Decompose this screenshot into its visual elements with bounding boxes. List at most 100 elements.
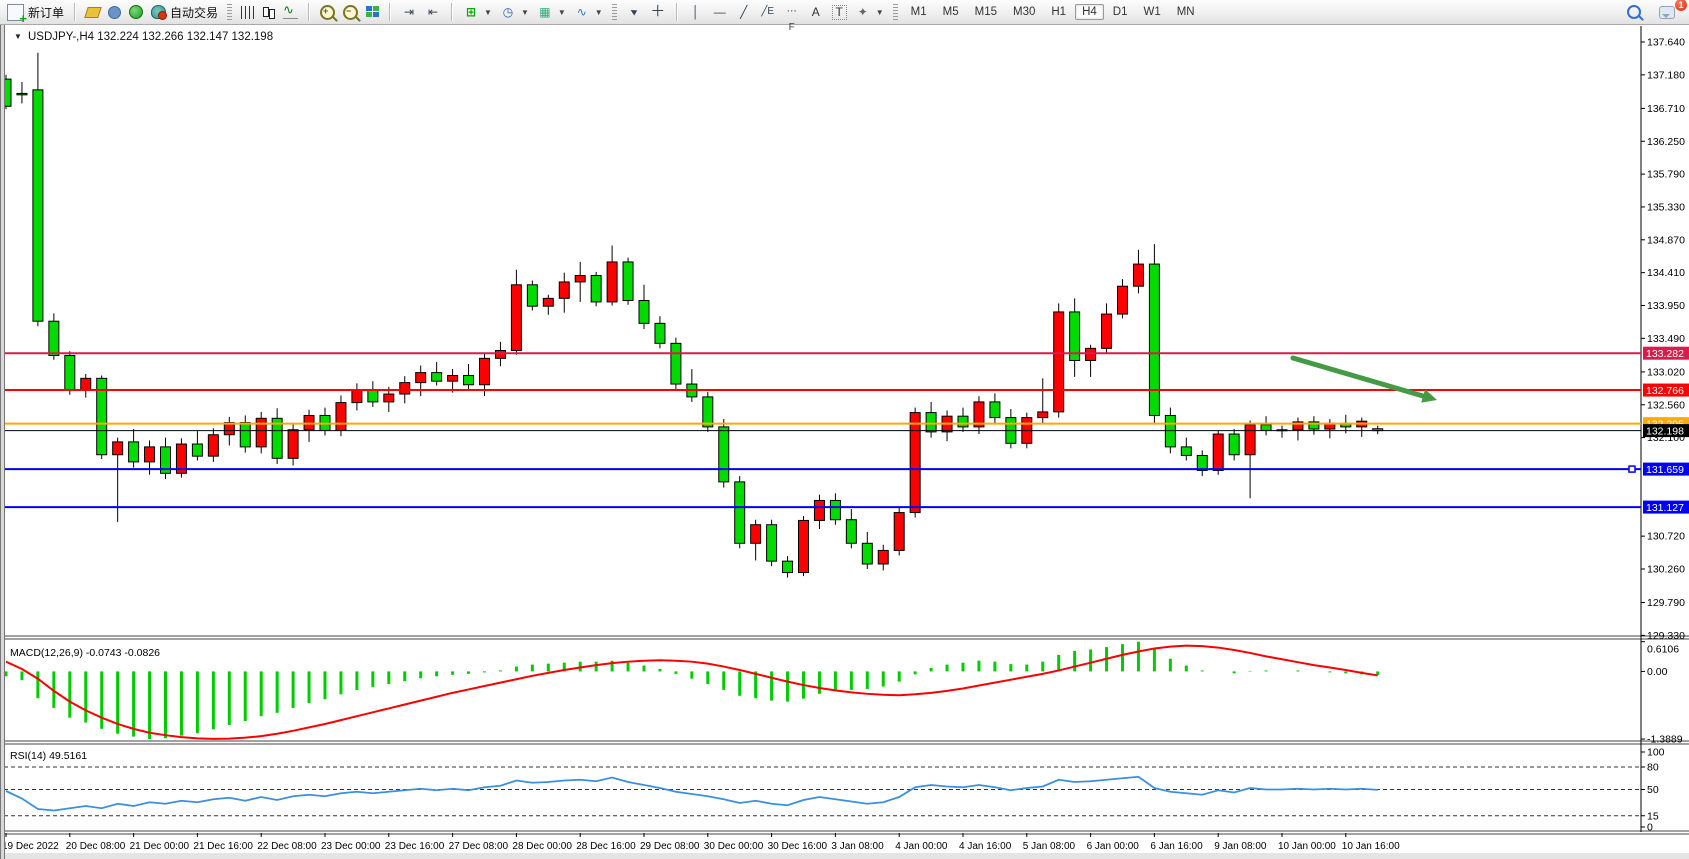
candle bbox=[591, 276, 601, 302]
time-axis-label: 6 Jan 16:00 bbox=[1150, 841, 1203, 852]
main-toolbar: 新订单 自动交易 + − ⇥ ⇤ ⊞▼ ◷▼ ▦▼ ∿▼ ▲ bbox=[0, 0, 1689, 25]
candle bbox=[1054, 312, 1064, 412]
candle bbox=[527, 285, 537, 306]
shapes-tool-button[interactable]: ✦▼ bbox=[851, 3, 888, 21]
candle bbox=[1261, 425, 1271, 431]
candle-chart-mode-button[interactable] bbox=[258, 4, 279, 20]
timeframe-m15[interactable]: M15 bbox=[968, 4, 1004, 20]
profile-icon bbox=[108, 6, 121, 19]
window-splitter[interactable] bbox=[0, 25, 5, 859]
new-chart-button[interactable]: ⊞▼ bbox=[459, 3, 496, 21]
bar-chart-icon bbox=[241, 6, 254, 19]
candle bbox=[958, 416, 968, 427]
toolbar-grip[interactable] bbox=[227, 4, 232, 20]
crosshair-icon: ＋ bbox=[650, 4, 666, 20]
clock-icon: ◷ bbox=[500, 4, 516, 20]
new-order-button[interactable]: 新订单 bbox=[3, 3, 68, 22]
notification-badge: 1 bbox=[1675, 0, 1687, 11]
vertical-line-icon: │ bbox=[688, 4, 704, 20]
candle bbox=[735, 482, 745, 543]
timeframe-m5[interactable]: M5 bbox=[936, 4, 966, 20]
line-handle bbox=[1629, 466, 1635, 472]
candle bbox=[543, 298, 553, 306]
candle bbox=[288, 430, 298, 459]
styles-icon bbox=[84, 7, 102, 18]
vertical-line-tool-button[interactable]: │ bbox=[684, 3, 708, 21]
candle bbox=[639, 300, 649, 323]
timeframe-m1[interactable]: M1 bbox=[904, 4, 934, 20]
timeframe-mn[interactable]: MN bbox=[1170, 4, 1202, 20]
zoom-in-button[interactable]: + bbox=[316, 4, 339, 21]
candle bbox=[129, 442, 139, 462]
candle bbox=[49, 321, 59, 355]
candle bbox=[799, 520, 809, 572]
svg-text:131.127: 131.127 bbox=[1646, 502, 1684, 514]
timeframe-h1[interactable]: H1 bbox=[1044, 4, 1073, 20]
bar-chart-mode-button[interactable] bbox=[237, 5, 258, 20]
timeframe-w1[interactable]: W1 bbox=[1136, 4, 1167, 20]
toolbar-separator bbox=[676, 3, 678, 21]
time-axis-label: 20 Dec 08:00 bbox=[66, 841, 126, 852]
template-icon: ▦ bbox=[537, 4, 553, 20]
horizontal-line-icon: — bbox=[712, 4, 728, 20]
search-icon bbox=[1627, 5, 1641, 19]
rsi-axis-label: 80 bbox=[1647, 762, 1659, 774]
toolbar-grip[interactable] bbox=[612, 4, 617, 20]
candle bbox=[1133, 264, 1143, 286]
timeframe-h4[interactable]: H4 bbox=[1075, 4, 1104, 20]
label-tool-button[interactable]: T bbox=[828, 4, 851, 21]
macd-axis-label: -1.3889 bbox=[1647, 734, 1683, 746]
autotrade-button[interactable]: 自动交易 bbox=[147, 3, 222, 22]
line-chart-mode-button[interactable] bbox=[279, 5, 302, 20]
text-tool-button[interactable]: A bbox=[804, 3, 828, 21]
channel-tool-button[interactable]: ╱E bbox=[756, 3, 780, 21]
candle bbox=[623, 262, 633, 301]
dropdown-caret-icon: ▼ bbox=[595, 8, 603, 17]
periods-button[interactable]: ◷▼ bbox=[496, 3, 533, 21]
timeframe-m30[interactable]: M30 bbox=[1006, 4, 1042, 20]
time-axis-label: 5 Jan 08:00 bbox=[1023, 841, 1076, 852]
time-axis-label: 19 Dec 2022 bbox=[2, 841, 59, 852]
candle bbox=[862, 543, 872, 564]
time-axis-label: 6 Jan 00:00 bbox=[1087, 841, 1140, 852]
dropdown-caret-icon: ▼ bbox=[521, 8, 529, 17]
candle bbox=[719, 427, 729, 482]
styles-button[interactable] bbox=[82, 6, 104, 19]
autotrade-icon bbox=[151, 5, 166, 19]
signals-button[interactable] bbox=[125, 4, 147, 20]
time-axis-label: 30 Dec 16:00 bbox=[768, 841, 828, 852]
price-tick-label: 137.640 bbox=[1647, 37, 1685, 49]
trendline-tool-button[interactable]: ╱ bbox=[732, 3, 756, 21]
cursor-icon: ▲ bbox=[623, 1, 645, 23]
search-button[interactable] bbox=[1623, 4, 1645, 20]
price-chart-svg[interactable]: 137.640137.180136.710136.250135.790135.3… bbox=[0, 0, 1689, 859]
time-axis-label: 9 Jan 08:00 bbox=[1214, 841, 1267, 852]
price-tick-label: 135.790 bbox=[1647, 169, 1685, 181]
price-tick-label: 136.710 bbox=[1647, 103, 1685, 115]
candle bbox=[352, 390, 362, 403]
horizontal-line-tool-button[interactable]: — bbox=[708, 3, 732, 21]
candle bbox=[655, 323, 665, 343]
candle bbox=[767, 525, 777, 561]
candle bbox=[256, 418, 266, 447]
indicators-button[interactable]: ∿▼ bbox=[570, 3, 607, 21]
timeframe-d1[interactable]: D1 bbox=[1106, 4, 1135, 20]
crosshair-tool-button[interactable]: ＋ bbox=[646, 3, 670, 21]
chart-shift-button[interactable]: ⇤ bbox=[421, 3, 445, 21]
candle bbox=[1038, 412, 1048, 418]
candle bbox=[1086, 348, 1096, 360]
candle bbox=[511, 285, 521, 351]
templates-button[interactable]: ▦▼ bbox=[533, 3, 570, 21]
zoom-out-button[interactable]: − bbox=[339, 4, 362, 21]
candle bbox=[145, 447, 155, 462]
auto-scroll-button[interactable]: ⇥ bbox=[397, 3, 421, 21]
fibonacci-tool-button[interactable]: ⋯F bbox=[780, 3, 804, 21]
profile-button[interactable] bbox=[104, 5, 125, 20]
notifications-button[interactable]: 1 bbox=[1655, 5, 1679, 20]
cursor-tool-button[interactable]: ▲ bbox=[622, 3, 646, 21]
time-axis-label: 27 Dec 08:00 bbox=[449, 841, 509, 852]
candle bbox=[17, 93, 27, 94]
toolbar-grip[interactable] bbox=[893, 4, 898, 20]
chat-bubble-icon bbox=[1659, 6, 1675, 19]
tile-windows-button[interactable] bbox=[362, 5, 383, 19]
